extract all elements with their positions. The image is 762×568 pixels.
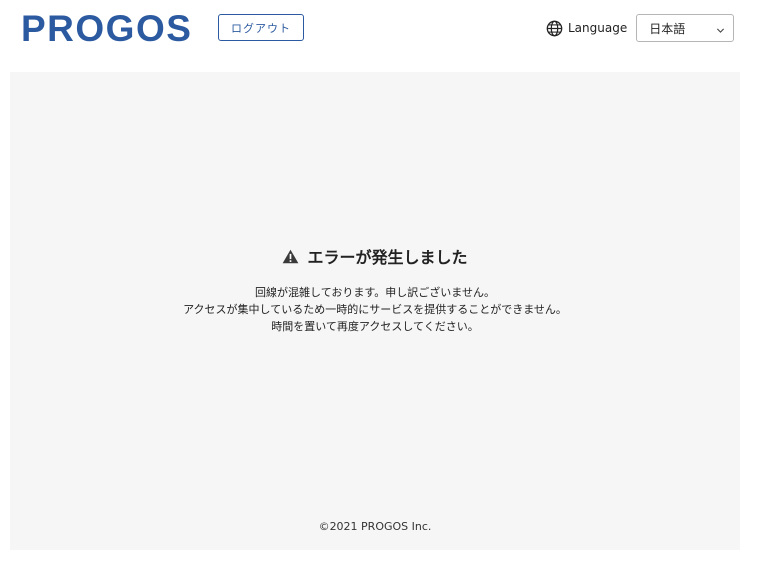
header: PROGOS ログアウト Language 日本語 (0, 0, 762, 58)
chevron-down-icon (716, 24, 725, 33)
footer-copyright: ©2021 PROGOS Inc. (318, 520, 432, 533)
error-message: 回線が混雑しております。申し訳ございません。 アクセスが集中しているため一時的に… (10, 284, 740, 335)
error-message-line: 回線が混雑しております。申し訳ございません。 (255, 286, 495, 299)
language-select[interactable]: 日本語 (636, 14, 735, 42)
globe-icon (546, 20, 563, 37)
error-heading: エラーが発生しました (10, 244, 740, 268)
error-message-line: アクセスが集中しているため一時的にサービスを提供することができません。 (183, 303, 567, 316)
language-select-value: 日本語 (649, 21, 686, 36)
language-label: Language (568, 21, 628, 35)
error-panel: エラーが発生しました 回線が混雑しております。申し訳ございません。 アクセスが集… (10, 72, 740, 550)
language-switcher: Language 日本語 (546, 14, 735, 42)
logout-button[interactable]: ログアウト (218, 14, 304, 41)
warning-icon (282, 249, 299, 264)
error-title: エラーが発生しました (307, 248, 468, 267)
error-message-line: 時間を置いて再度アクセスしてください。 (271, 320, 479, 333)
logo[interactable]: PROGOS (21, 8, 192, 50)
